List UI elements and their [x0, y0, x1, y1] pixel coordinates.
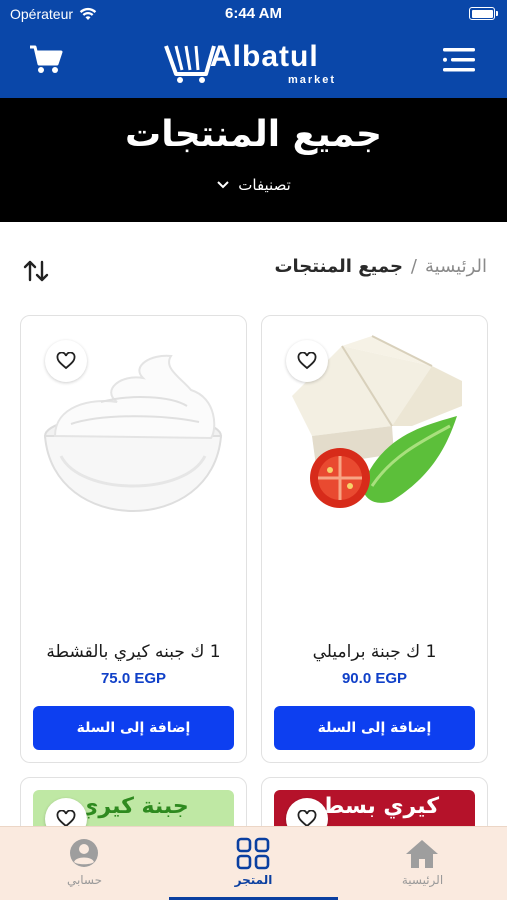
categories-label: تصنيفات	[238, 176, 291, 194]
product-card[interactable]: 1 ك جبنه كيري بالقشطة 75.0 EGP إضافة إلى…	[20, 315, 247, 763]
bottom-tab-bar: حسابي المتجر الرئيسية	[0, 826, 507, 900]
tab-home[interactable]: الرئيسية	[338, 827, 507, 900]
sort-arrows-icon	[23, 260, 49, 282]
breadcrumb-row: الرئيسية / جميع المنتجات	[0, 248, 507, 292]
chevron-down-icon	[217, 181, 229, 189]
tab-store[interactable]: المتجر	[169, 827, 338, 900]
sort-button[interactable]	[22, 258, 54, 286]
add-to-cart-button[interactable]: إضافة إلى السلة	[274, 706, 475, 750]
product-price: 75.0 EGP	[100, 670, 167, 687]
product-price: 90.0 EGP	[341, 670, 408, 687]
cart-button[interactable]	[28, 44, 68, 78]
logo-subtitle: market	[288, 74, 337, 86]
home-icon	[406, 840, 438, 868]
tab-account[interactable]: حسابي	[0, 827, 169, 900]
page-title: جميع المنتجات	[125, 114, 382, 155]
favorite-button[interactable]	[45, 340, 87, 382]
battery-icon	[469, 7, 498, 20]
heart-icon	[297, 352, 317, 370]
hamburger-menu-icon	[443, 48, 475, 72]
breadcrumb: الرئيسية / جميع المنتجات	[274, 256, 487, 277]
battery-level	[471, 9, 493, 18]
product-card[interactable]: 1 ك جبنة براميلي 90.0 EGP إضافة إلى السل…	[261, 315, 488, 763]
cart-icon	[30, 45, 63, 73]
add-to-cart-button[interactable]: إضافة إلى السلة	[33, 706, 234, 750]
tab-label: حسابي	[66, 873, 103, 887]
menu-button[interactable]	[441, 44, 477, 78]
tab-label: الرئيسية	[401, 873, 444, 887]
breadcrumb-separator: /	[410, 256, 417, 277]
product-name[interactable]: 1 ك جبنة براميلي	[270, 642, 479, 662]
page-hero: جميع المنتجات تصنيفات	[0, 98, 507, 222]
heart-icon	[56, 352, 76, 370]
categories-dropdown[interactable]: تصنيفات	[0, 176, 507, 194]
app-header: Albatul market	[0, 30, 507, 98]
breadcrumb-current: جميع المنتجات	[274, 256, 403, 277]
user-icon	[70, 839, 98, 867]
favorite-button[interactable]	[286, 340, 328, 382]
breadcrumb-home[interactable]: الرئيسية	[425, 256, 487, 277]
clock: 6:44 AM	[225, 5, 282, 22]
albatul-logo[interactable]: Albatul market	[160, 36, 350, 88]
grid-icon	[236, 837, 270, 870]
tab-label: المتجر	[234, 873, 273, 887]
status-bar: Opérateur 6:44 AM	[0, 0, 507, 30]
product-name[interactable]: 1 ك جبنه كيري بالقشطة	[29, 642, 238, 662]
logo-wordmark: Albatul	[210, 40, 319, 73]
